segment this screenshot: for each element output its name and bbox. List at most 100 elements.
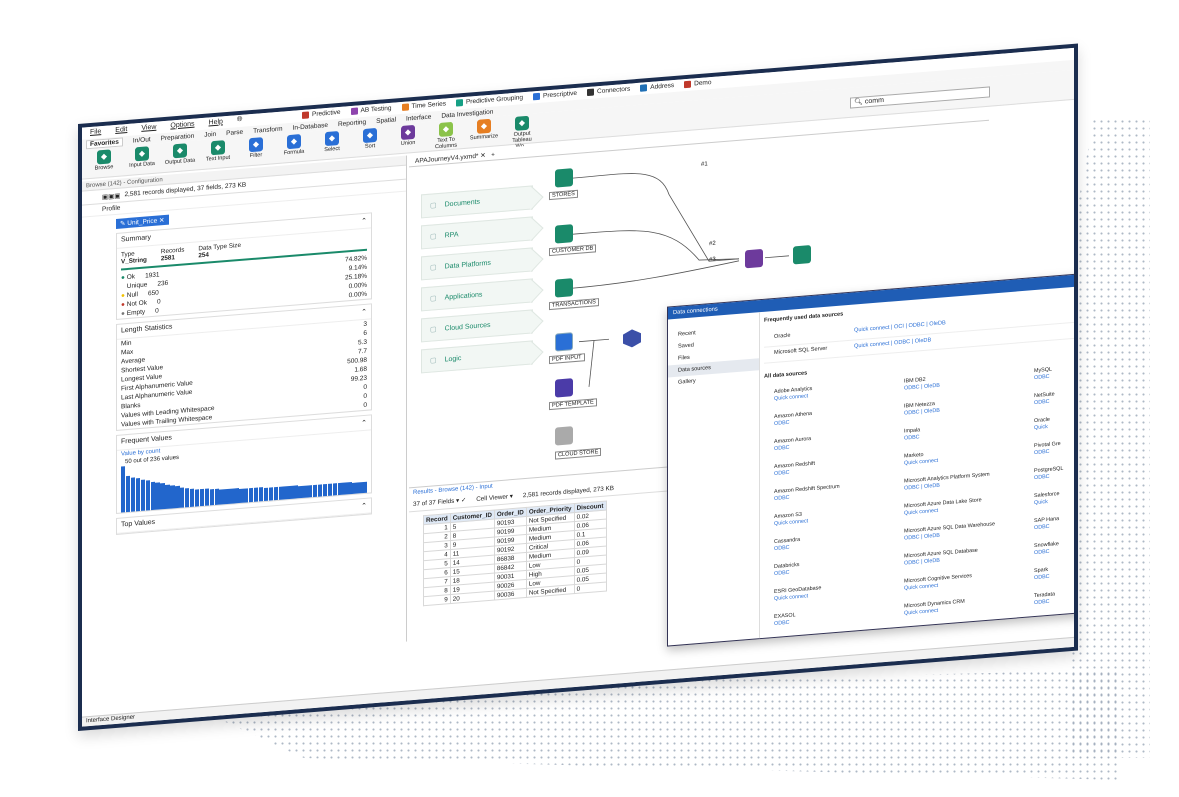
data-source-entry[interactable]: Pivotal Gre ODBC <box>1034 441 1061 457</box>
tool-tab[interactable]: Join <box>204 130 216 138</box>
tool-sort[interactable]: ◆ Sort <box>354 125 386 157</box>
pdf-input-icon[interactable] <box>555 332 573 352</box>
data-source-entry[interactable]: Impala ODBC <box>904 427 920 442</box>
tool-summarize[interactable]: ◆ Summarize <box>468 116 500 148</box>
table-cell[interactable]: 90036 <box>494 588 527 600</box>
data-source-link[interactable]: Quick connect <box>904 608 938 617</box>
tool-browse[interactable]: ◆ Browse <box>88 147 120 179</box>
data-source-link[interactable]: ODBC <box>774 495 790 502</box>
tool-select[interactable]: ◆ Select <box>316 128 348 160</box>
data-source-link[interactable]: Quick connect <box>774 593 808 602</box>
tool-union[interactable]: ◆ Union <box>392 122 424 154</box>
data-source-entry[interactable]: IBM Netezza ODBC | OleDB <box>904 401 940 418</box>
category-tab[interactable]: Address <box>640 82 674 92</box>
data-source-entry[interactable]: PostgreSQL ODBC <box>1034 466 1063 482</box>
menu-options[interactable]: Options <box>170 120 194 129</box>
table-cell[interactable]: 0 <box>574 582 606 594</box>
data-source-entry[interactable]: Microsoft Analytics Platform System ODBC … <box>904 472 990 493</box>
data-source-link[interactable]: ODBC <box>774 420 790 427</box>
data-source-entry[interactable]: Spark ODBC <box>1034 567 1050 582</box>
data-source-entry[interactable]: Amazon S3 Quick connect <box>774 511 808 528</box>
data-source-link[interactable]: Quick <box>1034 499 1048 506</box>
category-tab[interactable]: AB Testing <box>350 104 392 115</box>
data-source-entry[interactable]: IBM DB2 ODBC | OleDB <box>904 376 940 393</box>
tool-text-input[interactable]: ◆ Text Input <box>202 137 234 169</box>
input-book-icon[interactable] <box>555 278 573 298</box>
data-source-entry[interactable]: SAP Hana ODBC <box>1034 516 1059 532</box>
data-source-link[interactable]: Quick connect <box>904 583 938 592</box>
data-source-link[interactable]: Quick connect <box>774 518 808 527</box>
data-source-entry[interactable]: Salesforce Quick <box>1034 491 1059 507</box>
category-tab[interactable]: Time Series <box>401 100 446 111</box>
data-source-entry[interactable]: Teradata ODBC <box>1034 591 1055 607</box>
data-source-link[interactable]: ODBC <box>1034 474 1050 481</box>
data-source-entry[interactable]: Amazon Redshift ODBC <box>774 461 815 478</box>
data-source-link[interactable]: ODBC <box>1034 524 1050 531</box>
tool-tab[interactable]: In/Out <box>133 136 151 144</box>
data-source-entry[interactable]: Microsoft Azure SQL Data Warehouse ODBC |… <box>904 521 995 542</box>
data-source-link[interactable]: ODBC <box>774 445 790 452</box>
source-links[interactable]: Quick connect | ODBC | OleDB <box>854 337 931 349</box>
data-source-link[interactable]: ODBC <box>1034 549 1050 556</box>
data-source-link[interactable]: Quick connect <box>904 458 938 467</box>
tool-tab[interactable]: Interface <box>406 113 431 122</box>
data-source-entry[interactable]: Microsoft Cognitive Services Quick connec… <box>904 573 972 592</box>
tool-filter[interactable]: ◆ Filter <box>240 134 272 166</box>
category-tab[interactable]: Prescriptive <box>533 89 577 100</box>
data-source-link[interactable]: Quick <box>1034 424 1048 431</box>
fields-dropdown[interactable]: 37 of 37 Fields ▾ ✓ <box>413 497 466 508</box>
tool-output-data[interactable]: ◆ Output Data <box>164 141 196 173</box>
data-source-link[interactable]: ODBC <box>774 545 790 552</box>
data-source-link[interactable]: ODBC <box>1034 399 1050 406</box>
globe-icon[interactable]: 🌐︎ <box>237 116 243 124</box>
data-source-entry[interactable]: Amazon Aurora ODBC <box>774 436 811 453</box>
data-source-link[interactable]: Quick connect <box>904 508 938 517</box>
data-source-entry[interactable]: Adobe Analytics Quick connect <box>774 386 812 403</box>
field-selector[interactable]: ✎ Unit_Price ✕ <box>116 214 169 229</box>
data-source-entry[interactable]: Microsoft Dynamics CRM Quick connect <box>904 599 965 618</box>
browse-binoculars-icon[interactable] <box>793 245 811 265</box>
menu-file[interactable]: File <box>90 128 101 136</box>
tool-text-to-columns[interactable]: ◆ Text To Columns <box>430 119 462 151</box>
data-source-link[interactable]: ODBC <box>774 570 790 577</box>
data-source-link[interactable]: ODBC <box>1034 449 1050 456</box>
data-source-entry[interactable]: NetSuite ODBC <box>1034 391 1055 407</box>
tool-tab[interactable]: Spatial <box>376 116 396 125</box>
tool-formula[interactable]: ◆ Formula <box>278 131 310 163</box>
tool-tab[interactable]: Parse <box>226 128 243 136</box>
data-source-entry[interactable]: Oracle Quick <box>1034 417 1050 432</box>
data-source-entry[interactable]: Cassandra ODBC <box>774 537 800 553</box>
tool-input-data[interactable]: ◆ Input Data <box>126 144 158 176</box>
cell-viewer-dropdown[interactable]: Cell Viewer ▾ <box>476 493 513 503</box>
category-tab[interactable]: Demo <box>684 79 711 88</box>
data-source-entry[interactable]: Amazon Redshift Spectrum ODBC <box>774 484 840 503</box>
data-source-entry[interactable]: Marketo Quick connect <box>904 451 938 468</box>
data-source-entry[interactable]: Databricks ODBC <box>774 562 799 578</box>
source-links[interactable]: Quick connect | OCI | ODBC | OleDB <box>854 320 946 333</box>
union-icon[interactable] <box>745 248 763 269</box>
data-source-link[interactable]: ODBC <box>1034 599 1050 606</box>
pdf-template-icon[interactable] <box>555 378 573 398</box>
category-tab[interactable]: Predictive <box>302 108 341 119</box>
category-tab[interactable]: Connectors <box>587 85 630 96</box>
menu-view[interactable]: View <box>141 123 156 131</box>
data-source-entry[interactable]: Snowflake ODBC <box>1034 541 1059 557</box>
data-source-entry[interactable]: ESRI GeoDatabase Quick connect <box>774 585 821 603</box>
input-book-icon[interactable] <box>555 168 573 188</box>
data-source-link[interactable]: ODBC <box>774 620 790 627</box>
layout-icon[interactable]: ▣▣▣ <box>102 191 120 200</box>
tool-output-tableau-wo-[interactable]: ◆Output Tableau Wo... <box>506 113 538 150</box>
table-cell[interactable]: 9 <box>423 594 451 606</box>
menu-edit[interactable]: Edit <box>115 126 127 134</box>
data-source-link[interactable]: ODBC <box>774 470 790 477</box>
data-source-entry[interactable]: EXASOL ODBC <box>774 612 796 628</box>
data-source-entry[interactable]: Microsoft Azure SQL Database ODBC | OleDB <box>904 548 978 568</box>
data-source-entry[interactable]: MySQL ODBC <box>1034 367 1052 382</box>
data-source-entry[interactable]: Amazon Athena ODBC <box>774 411 812 428</box>
menu-help[interactable]: Help <box>209 118 223 126</box>
cloud-store-icon[interactable] <box>555 426 573 446</box>
data-source-link[interactable]: ODBC <box>1034 374 1050 381</box>
input-book-icon[interactable] <box>555 224 573 244</box>
data-source-link[interactable]: ODBC <box>904 434 920 441</box>
data-source-entry[interactable]: Microsoft Azure Data Lake Store Quick con… <box>904 497 982 517</box>
